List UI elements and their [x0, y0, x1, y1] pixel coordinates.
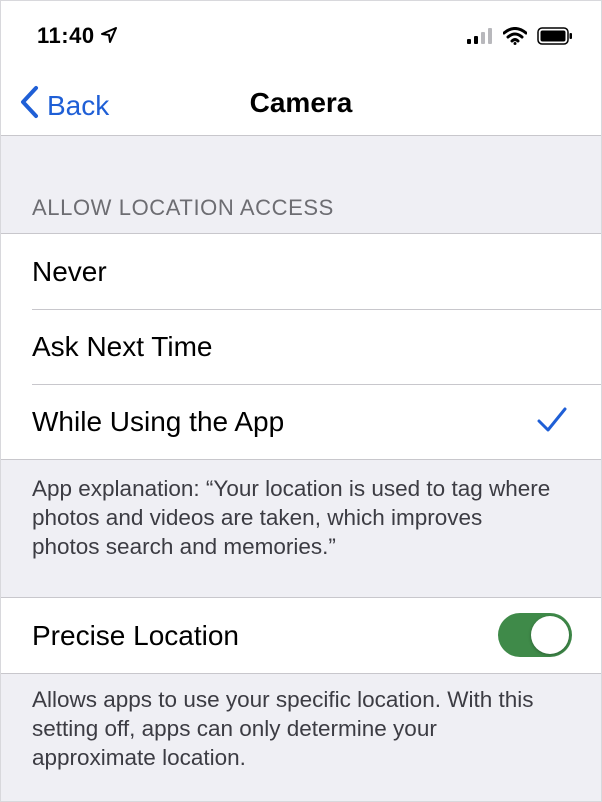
settings-screen: 11:40 Back Camera ALLOW LOCATION ACCESS …: [0, 0, 602, 802]
checkmark-icon: [537, 406, 567, 441]
app-explanation-text: App explanation: “Your location is used …: [32, 476, 551, 559]
section-header-location: ALLOW LOCATION ACCESS: [32, 195, 334, 220]
precise-location-group: Precise Location: [1, 597, 601, 674]
precise-location-row: Precise Location: [1, 598, 601, 673]
cellular-signal-icon: [467, 28, 493, 49]
option-label: While Using the App: [32, 405, 285, 437]
location-options-group: Never Ask Next Time While Using the App: [1, 233, 601, 460]
precise-location-footer: Allows apps to use your specific locatio…: [32, 687, 534, 770]
location-arrow-icon: [100, 23, 117, 49]
status-icons: [467, 27, 573, 50]
option-never[interactable]: Never: [1, 234, 601, 309]
option-while-using[interactable]: While Using the App: [1, 384, 601, 459]
status-bar: 11:40: [1, 1, 601, 69]
option-label: Never: [32, 255, 107, 287]
wifi-icon: [502, 27, 528, 50]
status-time: 11:40: [37, 23, 117, 49]
precise-location-toggle[interactable]: [498, 613, 572, 657]
option-ask-next-time[interactable]: Ask Next Time: [1, 309, 601, 384]
battery-icon: [537, 27, 573, 50]
navigation-bar: Back Camera: [1, 69, 601, 136]
time-label: 11:40: [37, 23, 95, 48]
toggle-knob: [531, 616, 569, 654]
option-label: Ask Next Time: [32, 330, 213, 362]
precise-location-label: Precise Location: [32, 619, 240, 651]
page-title: Camera: [249, 87, 353, 118]
